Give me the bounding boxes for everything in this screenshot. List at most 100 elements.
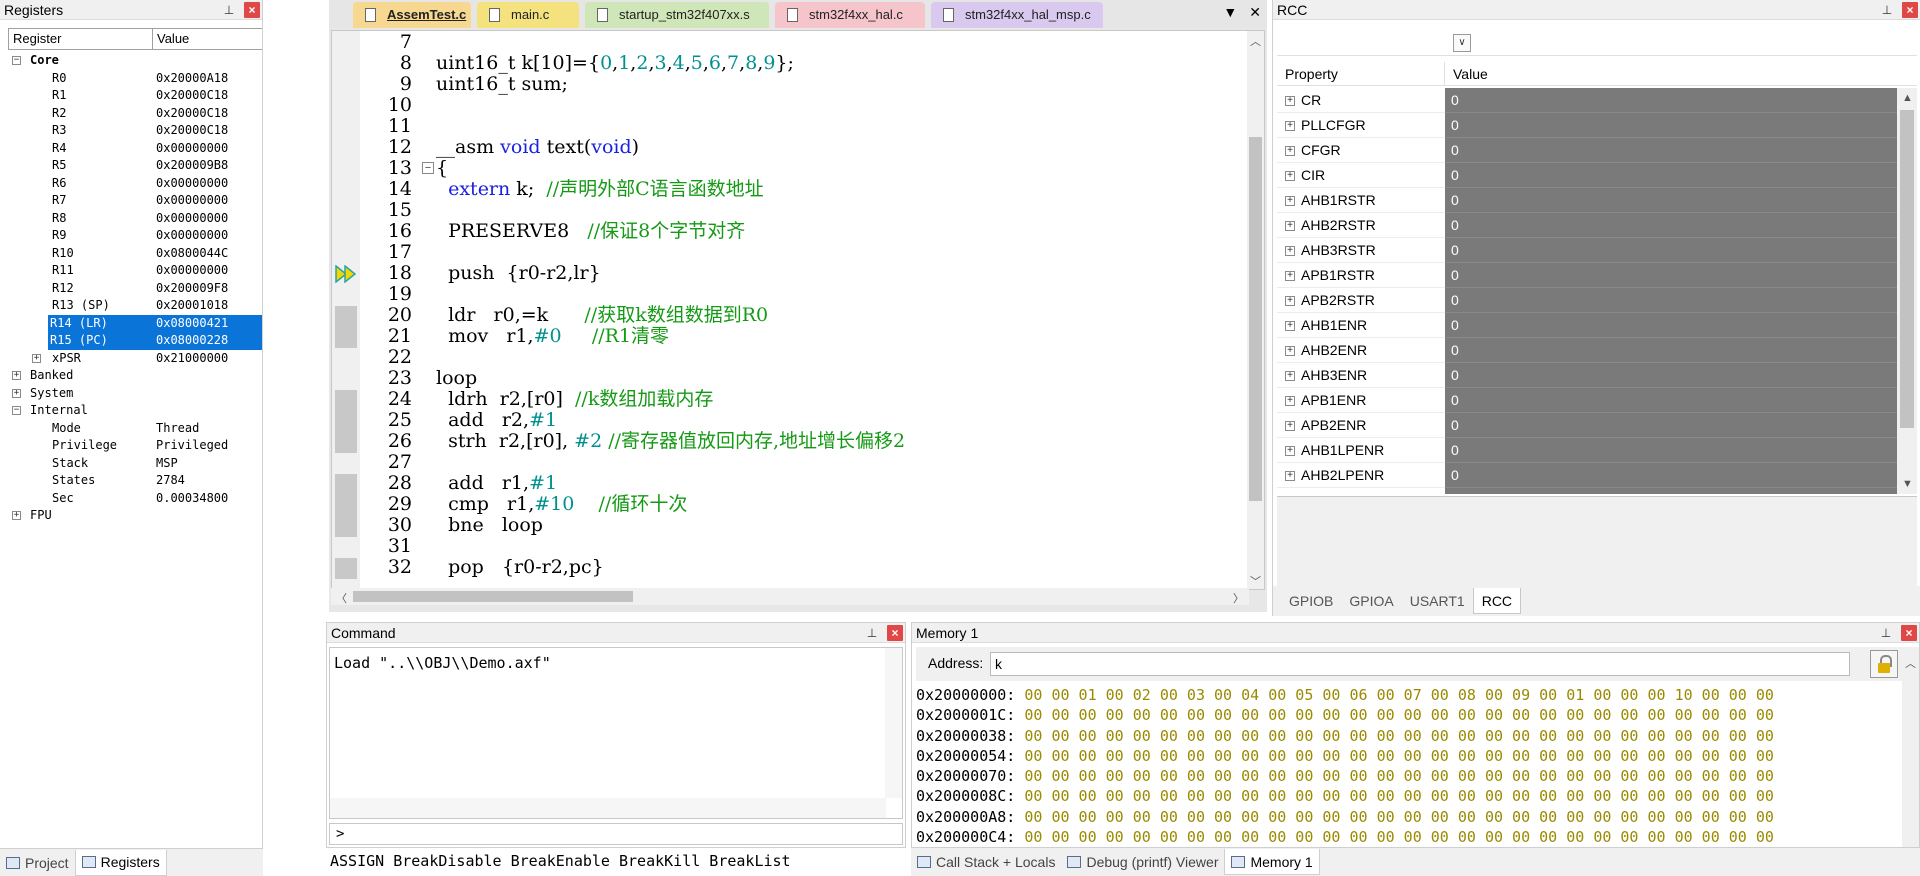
scroll-up-icon[interactable]: ︿ (1905, 655, 1916, 671)
code-line[interactable]: pop {r0-r2,pc} (436, 557, 604, 578)
expand-icon[interactable]: + (1285, 296, 1295, 306)
register-value[interactable]: 0x20000A18 (156, 70, 228, 88)
register-row[interactable]: R10 0x0800044C (8, 245, 262, 263)
scroll-up-icon[interactable]: ▲ (1902, 92, 1913, 104)
scroll-up-icon[interactable]: ︿ (1250, 33, 1261, 49)
command-output[interactable]: Load "..\\OBJ\\Demo.axf" (329, 647, 903, 819)
register-value[interactable]: 0x00000000 (156, 175, 228, 193)
expand-icon[interactable]: + (1285, 396, 1295, 406)
code-line[interactable]: __asm void text(void) (436, 137, 639, 158)
peripheral-tab[interactable]: RCC (1472, 588, 1522, 614)
memory-bytes[interactable]: 00 00 00 00 00 00 00 00 00 00 00 00 00 0… (1024, 828, 1774, 846)
expand-icon[interactable]: + (1285, 371, 1295, 381)
close-icon[interactable]: × (887, 625, 903, 641)
expand-icon[interactable]: + (1285, 271, 1295, 281)
register-value[interactable]: 2784 (156, 472, 185, 490)
register-value[interactable]: Thread (156, 420, 199, 438)
fold-collapse-icon[interactable]: − (422, 162, 434, 174)
lock-icon[interactable] (1870, 650, 1898, 678)
rcc-register-value[interactable]: 0 (1445, 438, 1897, 463)
command-vertical-scrollbar[interactable] (885, 648, 902, 798)
register-row[interactable]: + xPSR 0x21000000 (8, 350, 262, 368)
rcc-register-row[interactable]: + CIR 0 (1277, 163, 1897, 188)
rcc-register-value[interactable]: 0 (1445, 188, 1897, 213)
rcc-register-row[interactable]: +AHB3LPENR0 (1277, 488, 1897, 494)
executable-line-marker[interactable] (335, 474, 357, 495)
memory-bytes[interactable]: 00 00 00 00 00 00 00 00 00 00 00 00 00 0… (1024, 808, 1774, 826)
rcc-register-value[interactable]: 0 (1445, 288, 1897, 313)
rcc-register-row[interactable]: + AHB2LPENR 0 (1277, 463, 1897, 488)
rcc-register-value[interactable]: 0 (1445, 313, 1897, 338)
memory-dump[interactable]: 0x20000000: 00 00 01 00 02 00 03 00 04 0… (916, 685, 1901, 847)
memory-row[interactable]: 0x20000054: 00 00 00 00 00 00 00 00 00 0… (916, 746, 1901, 766)
code-area[interactable]: 7 8 9 10 11 12 13 14 15 16 17 18 19 20 21 22 23 24 25 26 27 2… (331, 30, 1265, 590)
memory-bytes[interactable]: 00 00 00 00 00 00 00 00 00 00 00 00 00 0… (1024, 727, 1774, 745)
close-icon[interactable]: × (1902, 2, 1918, 18)
register-row[interactable]: R5 0x200009B8 (8, 157, 262, 175)
rcc-register-row[interactable]: + APB2ENR 0 (1277, 413, 1897, 438)
file-tab[interactable]: startup_stm32f407xx.s (585, 2, 769, 28)
register-value[interactable]: 0.00034800 (156, 490, 228, 508)
expand-icon[interactable]: + (1285, 121, 1295, 131)
rcc-register-row[interactable]: + CR 0 (1277, 88, 1897, 113)
editor-horizontal-scrollbar[interactable]: 〈 〉 (331, 588, 1249, 605)
rcc-register-row[interactable]: + AHB1LPENR 0 (1277, 438, 1897, 463)
register-value[interactable]: 0x08000228 (156, 332, 228, 350)
scroll-down-icon[interactable]: ﹀ (1250, 573, 1261, 589)
command-horizontal-scrollbar[interactable] (330, 798, 886, 818)
register-row[interactable]: + System (8, 385, 262, 403)
expand-icon[interactable]: + (1285, 246, 1295, 256)
expand-icon[interactable]: + (12, 511, 21, 520)
address-input[interactable]: k (990, 652, 1850, 676)
memory-row[interactable]: 0x20000070: 00 00 00 00 00 00 00 00 00 0… (916, 766, 1901, 786)
expand-icon[interactable]: + (1285, 196, 1295, 206)
code-line[interactable]: cmp r1,#10 //循环十次 (436, 494, 687, 515)
value-column-header[interactable]: Value (1445, 62, 1488, 85)
register-row[interactable]: R13 (SP) 0x20001018 (8, 297, 262, 315)
code-line[interactable]: loop (436, 368, 477, 389)
scroll-down-icon[interactable]: ▼ (1902, 478, 1913, 490)
command-input[interactable]: > (329, 823, 903, 845)
code-line[interactable]: add r1,#1 (436, 473, 557, 494)
register-row[interactable]: R3 0x20000C18 (8, 122, 262, 140)
memory-row[interactable]: 0x20000038: 00 00 00 00 00 00 00 00 00 0… (916, 726, 1901, 746)
memory-row[interactable]: 0x2000008C: 00 00 00 00 00 00 00 00 00 0… (916, 786, 1901, 806)
code-line[interactable]: uint16_t sum; (436, 74, 568, 95)
rcc-register-value[interactable]: 0 (1445, 88, 1897, 113)
expand-icon[interactable]: + (1285, 346, 1295, 356)
register-row[interactable]: R15 (PC) 0x08000228 (48, 332, 262, 350)
collapse-icon[interactable]: − (12, 406, 21, 415)
rcc-register-row[interactable]: + APB2RSTR 0 (1277, 288, 1897, 313)
expand-icon[interactable]: + (12, 371, 21, 380)
value-column-header[interactable]: Value (153, 29, 189, 49)
rcc-register-value[interactable]: 0 (1445, 138, 1897, 163)
register-row[interactable]: R0 0x20000A18 (8, 70, 262, 88)
file-tab[interactable]: main.c (477, 2, 579, 28)
register-value[interactable]: 0x0800044C (156, 245, 228, 263)
register-value[interactable]: 0x200009B8 (156, 157, 228, 175)
register-row[interactable]: + FPU (8, 507, 262, 525)
rcc-register-row[interactable]: + AHB3ENR 0 (1277, 363, 1897, 388)
register-row[interactable]: States 2784 (8, 472, 262, 490)
code-line[interactable]: push {r0-r2,lr} (436, 263, 601, 284)
peripheral-tab[interactable]: GPIOA (1341, 588, 1401, 614)
rcc-register-row[interactable]: + AHB1ENR 0 (1277, 313, 1897, 338)
code-line[interactable]: ldrh r2,[r0] //k数组加载内存 (436, 389, 713, 410)
register-value[interactable]: 0x08000421 (156, 315, 228, 333)
pin-icon[interactable]: ⊥ (1880, 2, 1894, 18)
editor-hscroll-thumb[interactable] (353, 591, 633, 602)
close-icon[interactable]: × (1901, 625, 1917, 641)
executable-line-marker[interactable] (335, 306, 357, 327)
register-value[interactable]: 0x20000C18 (156, 87, 228, 105)
executable-line-marker[interactable] (335, 558, 357, 579)
register-row[interactable]: R8 0x00000000 (8, 210, 262, 228)
breakpoint-gutter[interactable] (332, 31, 360, 589)
code-line[interactable]: strh r2,[r0], #2 //寄存器值放回内存,地址增长偏移2 (436, 431, 905, 452)
expand-icon[interactable]: + (1285, 321, 1295, 331)
scroll-right-icon[interactable]: 〉 (1233, 590, 1244, 606)
register-value[interactable]: 0x20001018 (156, 297, 228, 315)
register-row[interactable]: R4 0x00000000 (8, 140, 262, 158)
editor-vscroll-thumb[interactable] (1249, 137, 1262, 501)
scroll-left-icon[interactable]: 〈 (336, 590, 347, 606)
code-line[interactable]: { (436, 158, 448, 179)
